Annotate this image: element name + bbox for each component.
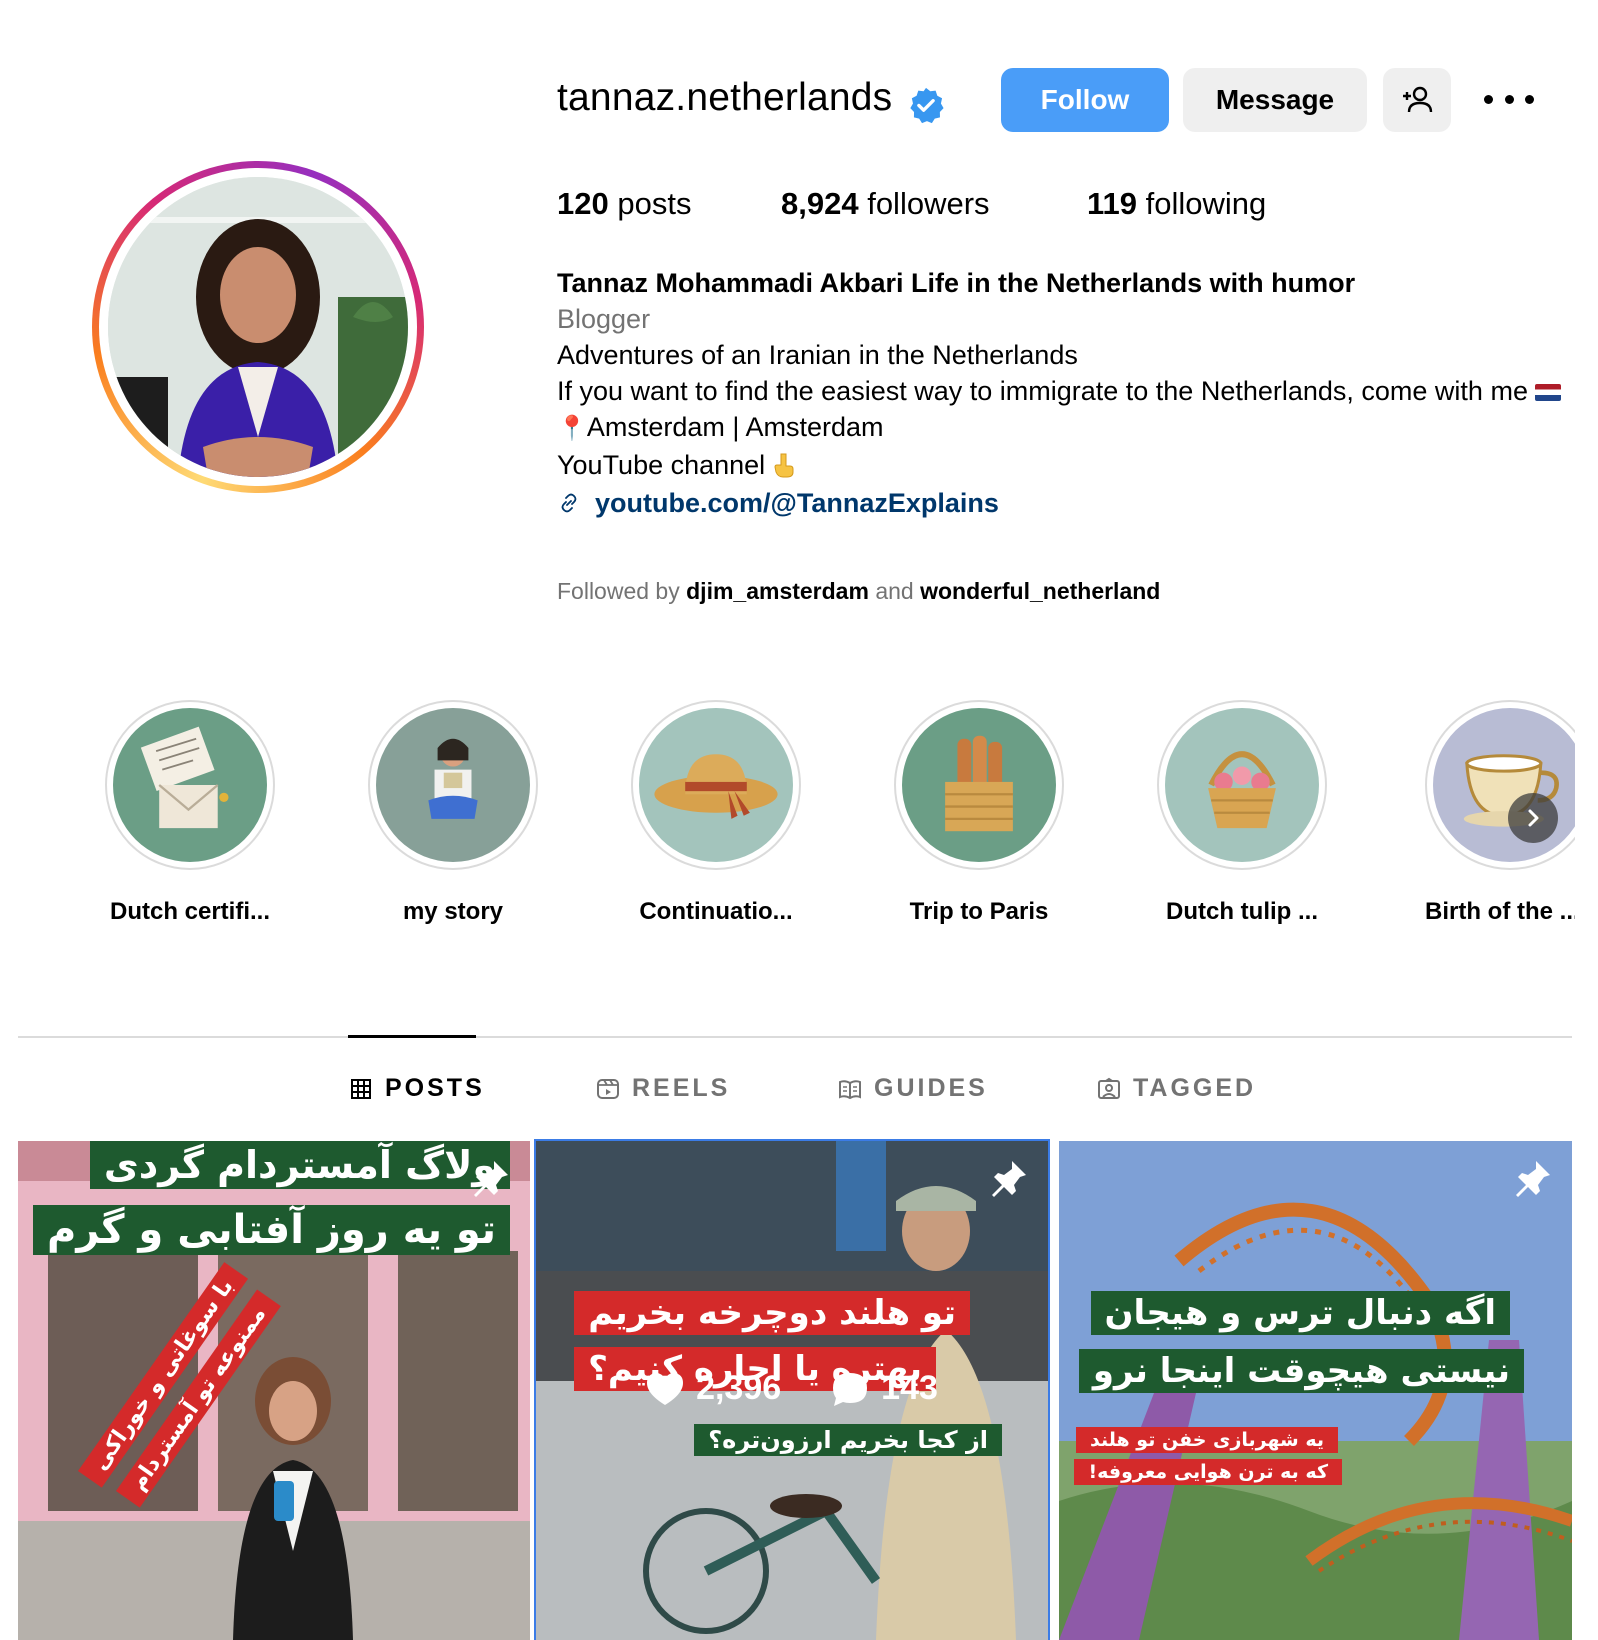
chevron-right-icon [1528,809,1539,827]
highlight-item[interactable]: Dutch certifi... [100,700,280,926]
tab-reels[interactable]: REELS [596,1074,730,1103]
post-hover-stats: 2,396 143 [536,1369,1048,1408]
active-tab-indicator [348,1035,476,1038]
tagged-icon [1098,1077,1120,1099]
highlight-label: Dutch certifi... [109,898,271,925]
post-title: تو یه روز آفتابی و گرم [33,1205,510,1255]
letters-icon [113,708,267,862]
highlight-label: Dutch tulip ... [1166,898,1318,925]
teacup-icon [1433,708,1575,862]
reading-woman-icon [376,708,530,862]
pinned-post-icon [474,1161,508,1197]
netherlands-flag-icon [1535,384,1562,401]
follow-button[interactable]: Follow [1001,68,1169,132]
bio-youtube-line: YouTube channel [557,447,1577,483]
heart-icon [647,1372,684,1405]
tab-posts[interactable]: POSTS [349,1074,485,1103]
suggested-users-button[interactable] [1383,68,1451,132]
highlight-label: Birth of the ... [1425,898,1575,925]
bread-basket-icon [902,708,1056,862]
highlight-item[interactable]: my story [363,700,543,926]
pinned-post-icon [1516,1161,1550,1197]
followers-count[interactable]: 8,924 followers [781,186,990,222]
highlight-item[interactable]: Trip to Paris [889,700,1069,926]
likes-count: 2,396 [646,1369,781,1408]
tab-guides[interactable]: GUIDES [838,1074,988,1103]
post-title: تو هلند دوچرخه بخریم [574,1291,970,1335]
highlight-label: my story [402,898,504,925]
guides-icon [839,1079,861,1099]
sun-hat-icon [639,708,793,862]
followed-by: Followed by djim_amsterdam and wonderful… [557,578,1161,604]
profile-bio: Tannaz Mohammadi Akbari Life in the Neth… [557,265,1577,524]
flower-basket-icon [1165,708,1319,862]
post-title: نیستی هیچوقت اینجا نرو [1078,1349,1524,1393]
post-subtitle: یه شهربازی خفن تو هلند [1076,1427,1338,1453]
avatar-photo [108,177,408,477]
post-title: ولاگ آمستردام گردی [89,1141,510,1189]
profile-external-link[interactable]: youtube.com/@TannazExplains [557,485,999,521]
reels-icon [597,1078,619,1099]
message-button[interactable]: Message [1183,68,1367,132]
mutual-follower-link[interactable]: wonderful_netherland [920,578,1160,604]
mutual-follower-link[interactable]: djim_amsterdam [686,578,869,604]
posts-count: 120 posts [557,186,692,221]
pointing-down-icon [774,453,794,478]
post-thumbnail[interactable]: ولاگ آمستردام گردی تو یه روز آفتابی و گر… [18,1141,530,1640]
tab-tagged[interactable]: TAGGED [1097,1074,1256,1103]
grid-icon [351,1078,371,1099]
profile-username: tannaz.netherlands [557,76,893,119]
location-pin-icon: 📍 [557,415,587,442]
more-options-icon[interactable] [1484,84,1534,114]
post-title: اگه دنبال ترس و هیجان [1090,1291,1510,1335]
post-thumbnail[interactable]: تو هلند دوچرخه بخریم بهتره یا اجاره کنیم… [534,1139,1050,1640]
highlight-label: Continuatio... [639,898,793,925]
bio-line: Adventures of an Iranian in the Netherla… [557,340,1078,370]
post-subtitle: که به ترن هوایی معروفه! [1074,1459,1342,1485]
profile-category: Blogger [557,304,651,334]
bio-line-with-flag: If you want to find the easiest way to i… [557,373,1577,409]
display-name: Tannaz Mohammadi Akbari Life in the Neth… [557,268,1356,298]
profile-avatar[interactable] [92,161,424,493]
comments-count: 143 [831,1369,938,1408]
post-subtitle: از کجا بخریم ارزون‌تره؟ [694,1424,1002,1456]
pinned-post-icon [992,1161,1026,1197]
tabs-divider [18,1036,1572,1038]
highlight-item[interactable]: Continuatio... [626,700,806,926]
post-thumbnail[interactable]: اگه دنبال ترس و هیجان نیستی هیچوقت اینجا… [1059,1141,1572,1640]
highlight-label: Trip to Paris [909,898,1049,925]
verified-badge-icon [910,87,944,124]
bio-location: 📍Amsterdam | Amsterdam [557,412,884,442]
highlight-item[interactable]: Dutch tulip ... [1152,700,1332,926]
following-count[interactable]: 119 following [1087,186,1266,222]
add-person-icon [1403,86,1433,113]
comment-icon [833,1372,868,1406]
highlights-next-button[interactable] [1508,793,1558,843]
link-icon [561,493,577,513]
